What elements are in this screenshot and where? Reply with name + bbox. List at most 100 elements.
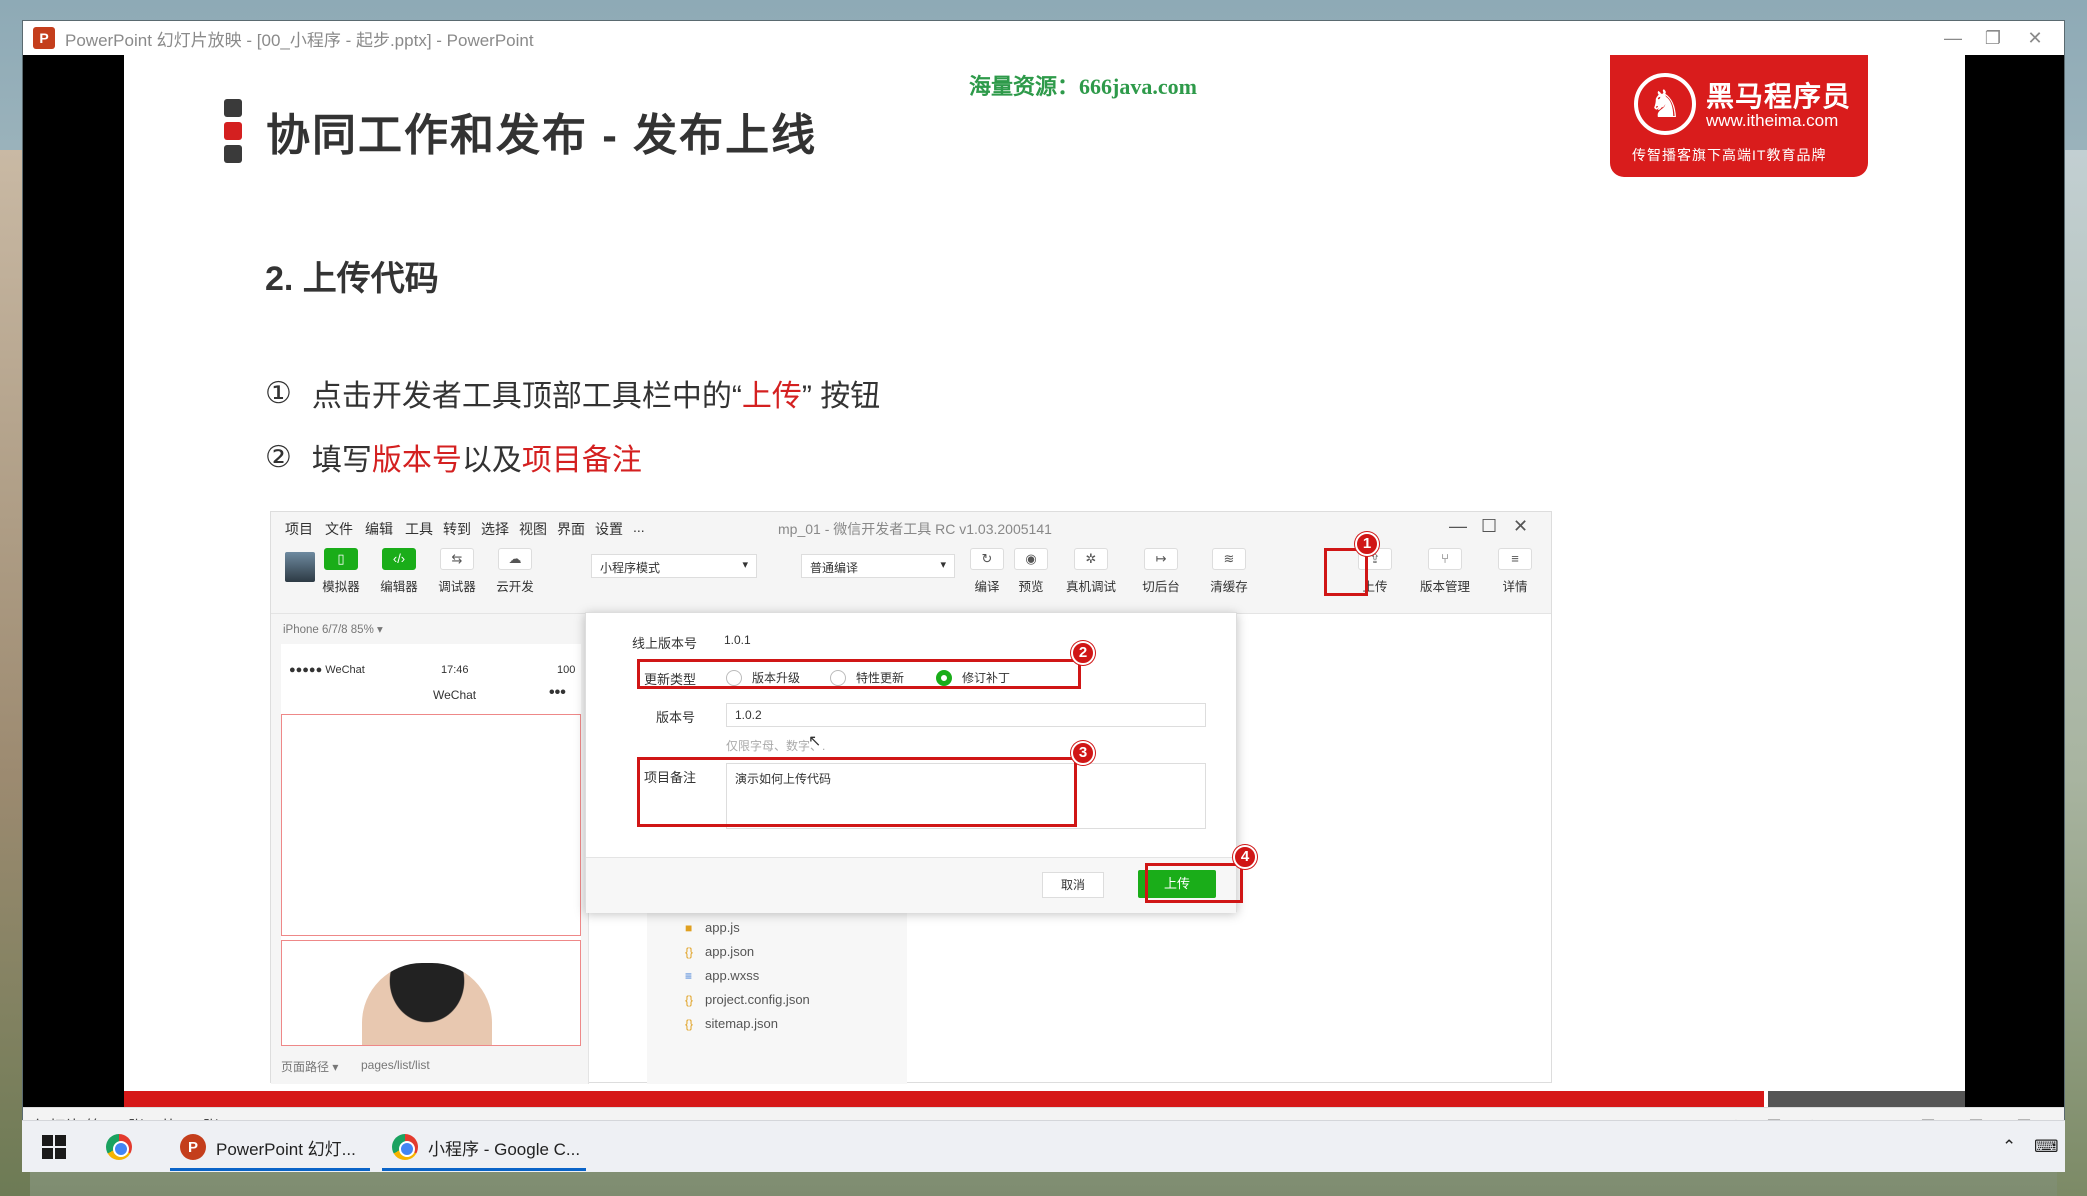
step-1-highlight: 上传 — [741, 380, 802, 413]
menu-item[interactable]: 设置 — [595, 519, 623, 539]
ide-title: mp_01 - 微信开发者工具 RC v1.03.2005141 — [778, 521, 1052, 537]
phone-screen: ●●●●● WeChat 17:46 100 WeChat ••• — [281, 644, 581, 1046]
taskbar-item-powerpoint[interactable]: P PowerPoint 幻灯... — [170, 1121, 380, 1173]
start-button[interactable] — [42, 1121, 66, 1173]
input-method-icon[interactable]: ⌨ — [2034, 1121, 2059, 1173]
menu-item[interactable]: 视图 — [519, 519, 547, 539]
page-path: pages/list/list — [361, 1058, 430, 1072]
details-button[interactable]: ≡ 详情 — [1485, 548, 1545, 595]
compile-select[interactable]: 普通编译 — [801, 554, 955, 578]
tray-chevron-icon[interactable]: ⌃ — [2002, 1121, 2016, 1173]
remote-debug-button[interactable]: ✲ 真机调试 — [1061, 548, 1121, 595]
file-item[interactable]: {} project.config.json — [685, 992, 810, 1007]
debugger-label: 调试器 — [438, 580, 476, 594]
dialog-footer: 取消 上传 — [586, 857, 1236, 913]
cancel-button[interactable]: 取消 — [1042, 872, 1104, 898]
menu-item[interactable]: 编辑 — [365, 519, 393, 539]
ide-close-icon[interactable]: ✕ — [1513, 516, 1528, 537]
clear-cache-button[interactable]: ≋ 清缓存 — [1199, 548, 1259, 595]
file-item[interactable]: {} sitemap.json — [685, 1016, 778, 1031]
carrier-text: ●●●●● WeChat — [289, 664, 365, 676]
page-path-label[interactable]: 页面路径 ▾ — [281, 1058, 338, 1075]
title-bar: P PowerPoint 幻灯片放映 - [00_小程序 - 起步.pptx] … — [23, 21, 2064, 55]
file-item[interactable]: ■ app.js — [685, 920, 740, 935]
version-label: 版本管理 — [1419, 580, 1470, 594]
step-number: ② — [265, 441, 292, 474]
powerpoint-icon: P — [33, 27, 55, 49]
editor-button[interactable]: ‹/› 编辑器 — [369, 548, 429, 595]
phone-battery: 100 — [557, 664, 576, 676]
content-box — [281, 714, 581, 936]
simulator-panel: iPhone 6/7/8 85% ▾ ●●●●● WeChat 17:46 10… — [271, 614, 589, 1084]
mode-select[interactable]: 小程序模式 — [591, 554, 757, 578]
step-2-highlight2: 项目备注 — [521, 444, 642, 477]
menu-item[interactable]: ... — [633, 519, 645, 535]
section-heading: 2. 上传代码 — [265, 260, 439, 298]
devtools-screenshot: 项目 文件 编辑 工具 转到 选择 视图 界面 设置 ... mp_01 - 微… — [270, 511, 1552, 1084]
switch-icon: ↦ — [1144, 548, 1178, 570]
slideshow-area: 协同工作和发布 - 发布上线 海量资源：666java.com ♞ 黑马程序员 … — [23, 55, 2064, 1107]
logo-slogan: 传智播客旗下高端IT教育品牌 — [1632, 147, 1827, 163]
taskbar: P PowerPoint 幻灯... 小程序 - Google C... ⌃ ⌨ — [22, 1120, 2065, 1172]
step-1: ① 点击开发者工具顶部工具栏中的“上传” 按钮 — [265, 371, 880, 415]
version-input[interactable]: 1.0.2 — [726, 703, 1206, 727]
file-tree: ■ app.js {} app.json ≡ app.wxss {} project.c… — [647, 912, 907, 1084]
phone-menu-icon[interactable]: ••• — [549, 684, 566, 702]
debugger-button[interactable]: ⇆ 调试器 — [427, 548, 487, 595]
cloud-icon: ☁ — [498, 548, 532, 570]
file-item[interactable]: {} app.json — [685, 944, 754, 959]
badge-1: 1 — [1355, 532, 1379, 556]
version-button[interactable]: ⑂ 版本管理 — [1415, 548, 1475, 595]
close-button[interactable]: ✕ — [2005, 21, 2065, 55]
menu-item[interactable]: 选择 — [481, 519, 509, 539]
slide[interactable]: 协同工作和发布 - 发布上线 海量资源：666java.com ♞ 黑马程序员 … — [124, 55, 1965, 1107]
portrait-image — [362, 963, 492, 1045]
menu-item[interactable]: 转到 — [443, 519, 471, 539]
menu-item[interactable]: 界面 — [557, 519, 585, 539]
active-indicator — [382, 1168, 586, 1171]
badge-4: 4 — [1233, 845, 1257, 869]
window-title: PowerPoint 幻灯片放映 - [00_小程序 - 起步.pptx] - … — [65, 30, 534, 50]
bug-icon: ✲ — [1074, 548, 1108, 570]
background-button[interactable]: ↦ 切后台 — [1131, 548, 1191, 595]
step-1-pre: 点击开发者工具顶部工具栏中的“ — [311, 380, 742, 413]
logo-url: www.itheima.com — [1706, 111, 1839, 130]
preview-button[interactable]: ◉ 预览 — [1001, 548, 1061, 595]
chrome-taskbar-icon[interactable] — [106, 1121, 132, 1173]
device-select[interactable]: iPhone 6/7/8 85% ▾ — [283, 622, 383, 636]
taskbar-item-label: 小程序 - Google C... — [428, 1139, 581, 1159]
simulator-footer: 页面路径 ▾ pages/list/list — [271, 1046, 589, 1084]
horse-logo-icon: ♞ — [1634, 73, 1696, 135]
cloud-label: 云开发 — [496, 580, 534, 594]
mouse-cursor-icon: ↖ — [808, 733, 822, 750]
file-item[interactable]: ≡ app.wxss — [685, 968, 759, 983]
windows-icon — [42, 1135, 66, 1159]
chrome-icon — [106, 1134, 132, 1160]
cloud-button[interactable]: ☁ 云开发 — [485, 548, 545, 595]
editor-label: 编辑器 — [380, 580, 418, 594]
ide-minimize-icon[interactable]: — — [1449, 516, 1467, 537]
menu-item[interactable]: 项目 — [285, 519, 313, 539]
image-box — [281, 940, 581, 1046]
slide-title: 协同工作和发布 - 发布上线 — [266, 111, 818, 160]
step-2: ② 填写版本号以及项目备注 — [265, 435, 642, 479]
highlight-upload — [1324, 548, 1368, 596]
clear-cache-label: 清缓存 — [1210, 580, 1248, 594]
details-label: 详情 — [1502, 580, 1528, 594]
menu-icon: ≡ — [1498, 548, 1532, 570]
taskbar-item-chrome[interactable]: 小程序 - Google C... — [382, 1121, 596, 1173]
debugger-icon: ⇆ — [440, 548, 474, 570]
ide-maximize-icon[interactable]: ☐ — [1481, 516, 1497, 537]
refresh-icon: ↻ — [970, 548, 1004, 570]
simulator-button[interactable]: ▯ 模拟器 — [311, 548, 371, 595]
online-version-value: 1.0.1 — [724, 633, 751, 647]
phone-nav-title: WeChat — [433, 688, 477, 702]
menu-item[interactable]: 文件 — [325, 519, 353, 539]
menu-item[interactable]: 工具 — [405, 519, 433, 539]
badge-3: 3 — [1071, 741, 1095, 765]
simulator-label: 模拟器 — [322, 580, 360, 594]
eye-icon: ◉ — [1014, 548, 1048, 570]
title-accent-bars — [224, 99, 242, 168]
badge-2: 2 — [1071, 641, 1095, 665]
highlight-upload-confirm — [1145, 863, 1243, 903]
